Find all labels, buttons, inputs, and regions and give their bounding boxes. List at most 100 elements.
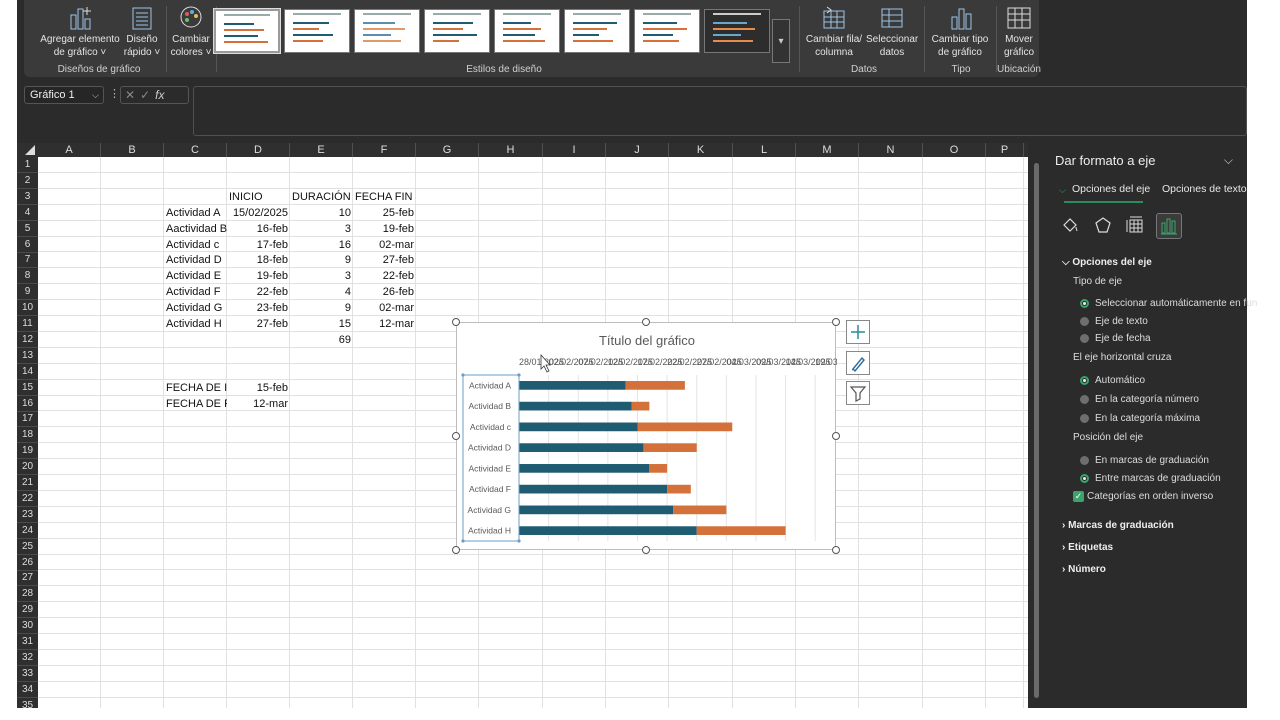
switch-row-column-button[interactable]: Cambiar fila/ columna [804,5,864,59]
cell[interactable]: 22-feb [227,284,290,300]
chevron-down-icon[interactable]: ⌵ [92,87,99,103]
cell[interactable]: 27-feb [227,316,290,332]
cell[interactable]: 27-feb [353,252,416,268]
row-header[interactable]: 22 [17,491,38,507]
quick-layout-button[interactable]: Diseño rápido ˅ [120,5,164,59]
chart-style-3[interactable] [354,9,420,53]
resize-handle[interactable] [452,318,460,326]
cancel-icon[interactable]: ✕ [125,88,140,102]
column-header[interactable]: D [227,143,290,157]
radio-cross-category-number[interactable] [1080,395,1089,404]
row-header[interactable]: 18 [17,427,38,444]
row-header[interactable]: 8 [17,268,38,285]
row-header[interactable]: 26 [17,555,38,571]
chart-style-7[interactable] [634,9,700,53]
cell[interactable]: 25-feb [353,205,416,221]
cell[interactable]: 16 [290,237,353,253]
resize-handle[interactable] [452,546,460,554]
row-header[interactable]: 3 [17,189,38,205]
add-chart-element-button[interactable]: Agregar elemento de gráfico ˅ [34,5,126,59]
cell[interactable]: 23-feb [227,300,290,316]
chart-filters-button[interactable] [846,381,870,405]
cell[interactable]: 17-feb [227,237,290,253]
chart-elements-button[interactable] [846,320,870,344]
cell[interactable]: 4 [290,284,353,300]
column-header[interactable]: N [859,143,923,157]
row-header[interactable]: 27 [17,570,38,587]
cell[interactable]: 12-mar [353,316,416,332]
gallery-more-button[interactable]: ▾ [772,19,790,63]
radio-auto-select[interactable] [1080,299,1089,308]
option-date-axis[interactable]: Eje de fecha [1095,333,1151,344]
column-header[interactable]: G [416,143,479,157]
row-header[interactable]: 2 [17,173,38,189]
option-cross-max-category[interactable]: En la categoría máxima [1095,413,1200,424]
column-header[interactable]: K [669,143,733,157]
radio-date-axis[interactable] [1080,334,1089,343]
resize-handle[interactable] [832,546,840,554]
column-header[interactable]: P [986,143,1024,157]
column-header[interactable]: L [733,143,796,157]
chevron-down-icon[interactable]: ⌵ [1224,153,1233,168]
row-header[interactable]: 14 [17,364,38,380]
reverse-order-label[interactable]: Categorías en orden inverso [1087,491,1213,502]
cell[interactable]: INICIO [227,189,290,205]
column-header[interactable]: E [290,143,353,157]
change-colors-button[interactable]: Cambiar colores ˅ [170,5,212,59]
section-tick-marks[interactable]: › Marcas de graduación [1062,520,1174,531]
row-header[interactable]: 21 [17,475,38,491]
size-properties-icon[interactable] [1123,213,1149,239]
cell[interactable]: 15-feb [227,380,290,396]
cell[interactable]: Actividad c [164,237,227,253]
cell[interactable]: 19-feb [353,221,416,237]
row-header[interactable]: 10 [17,300,38,317]
cell[interactable]: 19-feb [227,268,290,284]
option-on-tick-marks[interactable]: En marcas de graduación [1095,455,1209,466]
column-header[interactable]: A [38,143,101,157]
option-cross-category-number[interactable]: En la categoría número [1095,394,1199,405]
row-header[interactable]: 7 [17,252,38,269]
change-chart-type-button[interactable]: Cambiar tipo de gráfico [928,5,992,59]
cell[interactable]: 26-feb [353,284,416,300]
row-header[interactable]: 4 [17,205,38,221]
cell[interactable]: 9 [290,252,353,268]
column-header[interactable]: B [101,143,164,157]
row-header[interactable]: 11 [17,316,38,332]
cell[interactable]: 69 [290,332,353,348]
cell[interactable]: Aactividad B [164,221,227,237]
cell[interactable]: 9 [290,300,353,316]
column-header[interactable]: M [796,143,859,157]
formula-input[interactable] [193,86,1247,136]
resize-handle[interactable] [832,318,840,326]
cell[interactable]: 18-feb [227,252,290,268]
cell[interactable]: Actividad F [164,284,227,300]
column-header[interactable]: F [353,143,416,157]
row-header[interactable]: 1 [17,157,38,173]
radio-cross-auto[interactable] [1080,376,1089,385]
cell[interactable]: Actividad A [164,205,227,221]
column-header[interactable]: O [923,143,986,157]
reverse-order-checkbox[interactable]: ✓ [1073,491,1084,502]
row-header[interactable]: 29 [17,602,38,619]
cell[interactable]: DURACIÓN [290,189,353,205]
row-header[interactable]: 25 [17,539,38,555]
more-options-icon[interactable]: ⋮ [109,87,120,100]
row-header[interactable]: 35 [17,698,38,708]
scrollbar-thumb[interactable] [1034,163,1039,698]
chart-styles-button[interactable] [846,351,870,375]
section-labels[interactable]: › Etiquetas [1062,542,1113,553]
row-header[interactable]: 28 [17,586,38,603]
column-header[interactable]: C [164,143,227,157]
row-header[interactable]: 12 [17,332,38,348]
row-header[interactable]: 24 [17,523,38,539]
column-header[interactable]: J [606,143,669,157]
section-axis-options[interactable]: ⌵ Opciones del eje [1062,257,1152,268]
radio-text-axis[interactable] [1080,317,1089,326]
resize-handle[interactable] [832,432,840,440]
cell[interactable]: Actividad H [164,316,227,332]
row-header[interactable]: 9 [17,284,38,301]
cell[interactable]: 02-mar [353,237,416,253]
chart-style-6[interactable] [564,9,630,53]
option-cross-auto[interactable]: Automático [1095,375,1145,386]
axis-options-icon[interactable] [1156,213,1182,239]
